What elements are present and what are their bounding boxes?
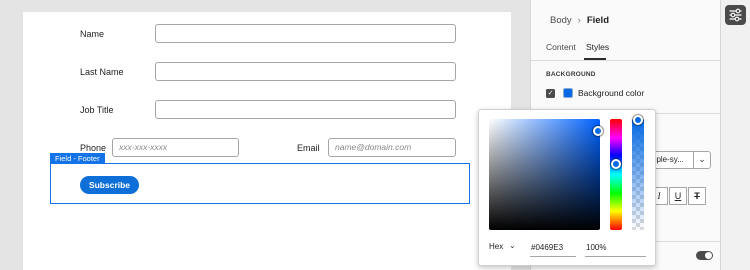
right-rail [720,0,750,270]
alpha-slider[interactable] [632,119,644,230]
color-format-select[interactable]: Hex [489,242,503,251]
phone-label: Phone [80,143,107,153]
divider [531,60,721,61]
hue-handle[interactable] [611,159,621,169]
color-picker-popover: Hex ⌄ #0469E3 100% [478,109,656,266]
name-field[interactable] [155,24,456,43]
hue-slider[interactable] [610,119,622,230]
background-color-swatch[interactable] [563,88,573,98]
footer-tag: Field - Footer [50,153,105,164]
job-title-field[interactable] [155,100,456,119]
breadcrumb-field: Field [586,15,609,26]
saturation-handle[interactable] [593,126,603,136]
alpha-handle[interactable] [633,115,643,125]
hex-value-field[interactable]: #0469E3 [530,238,576,257]
tab-styles[interactable]: Styles [586,42,609,52]
subscribe-button[interactable]: Subscribe [80,176,139,194]
breadcrumb: Body › Field [550,15,609,26]
chevron-down-icon[interactable]: ⌄ [509,241,516,250]
last-name-field[interactable] [155,62,456,81]
strikethrough-button[interactable]: T [688,187,706,205]
email-field[interactable]: name@domain.com [328,138,456,157]
saturation-value-area[interactable] [489,119,600,230]
breadcrumb-body[interactable]: Body [550,15,572,26]
job-title-label: Job Title [80,105,114,115]
email-label: Email [297,143,320,153]
background-section-title: BACKGROUND [546,71,596,78]
canvas: Name Last Name Job Title Phone xxx-xxx-x… [0,0,530,270]
alpha-value-field[interactable]: 100% [585,238,646,257]
properties-button[interactable] [725,5,746,25]
chevron-down-icon[interactable]: ⌄ [693,151,711,169]
name-label: Name [80,29,105,39]
sliders-icon [729,8,742,22]
last-name-label: Last Name [80,67,124,77]
phone-field[interactable]: xxx-xxx-xxxx [112,138,239,157]
toggle-switch[interactable] [696,251,713,260]
background-color-label: Background color [578,88,645,98]
chevron-right-icon: › [577,15,581,26]
underline-button[interactable]: U [669,187,687,205]
tab-content[interactable]: Content [546,42,576,52]
background-checkbox[interactable]: ✓ [546,89,555,98]
